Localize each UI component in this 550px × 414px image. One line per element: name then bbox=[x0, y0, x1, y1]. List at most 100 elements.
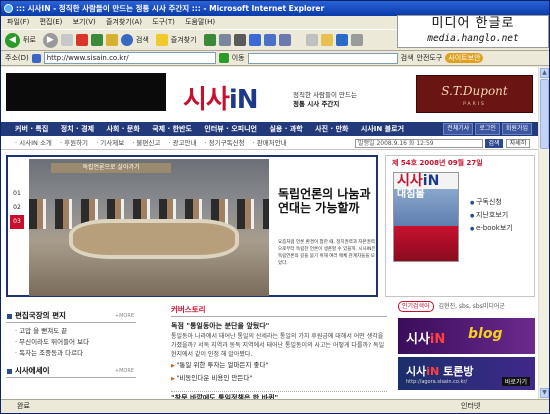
magazine-link-ebook[interactable]: e-book보기 bbox=[470, 222, 513, 235]
nav-login[interactable]: 로그인 bbox=[475, 123, 500, 135]
nav-politics[interactable]: 정치 · 경제 bbox=[61, 125, 94, 133]
address-input[interactable]: http://www.sisain.co.kr/ bbox=[43, 52, 216, 64]
site-logo[interactable]: 시사iN bbox=[183, 79, 259, 116]
top-left-ad-banner[interactable] bbox=[6, 73, 166, 111]
bluetooth-icon[interactable] bbox=[335, 34, 348, 46]
nav-all-articles[interactable]: 전체기사 bbox=[443, 123, 474, 135]
forum-url: http://agora.sisain.co.kr/ bbox=[406, 379, 468, 385]
nav-international[interactable]: 국제 · 한반도 bbox=[152, 125, 192, 133]
search-icon[interactable] bbox=[120, 34, 133, 46]
status-text: 완료 bbox=[17, 402, 30, 410]
editor-letter-more[interactable]: +MORE bbox=[115, 310, 134, 322]
refresh-icon[interactable] bbox=[90, 34, 103, 46]
list-item[interactable]: 독자는 조중동과 다르다 bbox=[15, 348, 136, 359]
mail-icon[interactable] bbox=[218, 34, 231, 46]
essay-more[interactable]: +MORE bbox=[115, 365, 134, 377]
dupont-ad-banner[interactable]: S.T.Dupont PARIS bbox=[416, 75, 533, 113]
cover-story-next[interactable]: "창문 바깥에도 통일정책은 한 바퀴" bbox=[171, 391, 387, 399]
media-icon[interactable] bbox=[203, 34, 216, 46]
right-column: 인기검색어 김현진, sbs, sbs미디어군 시사iN blog 시사iN 토… bbox=[398, 301, 535, 390]
subnav-support[interactable]: · 후원하기 bbox=[60, 139, 88, 147]
address-label: 주소(D) bbox=[5, 54, 29, 62]
list-item[interactable]: 무신이라도 뛰어들어 보다 bbox=[15, 337, 136, 348]
feature-photo-banner: 독립언론으로 살아가기 bbox=[51, 163, 171, 173]
subnav-tip[interactable]: · 기사제보 bbox=[96, 139, 124, 147]
editor-letter-list: 고맙 을 뻗쳐도 끝 무신이라도 뛰어들어 보다 독자는 조중동과 다르다 bbox=[6, 323, 136, 365]
nav-signup[interactable]: 회원가입 bbox=[501, 123, 532, 135]
print-icon[interactable] bbox=[233, 34, 246, 46]
forum-word: 토론방 bbox=[443, 365, 474, 378]
scroll-down-icon[interactable]: ▼ bbox=[540, 388, 549, 398]
messenger-icon[interactable] bbox=[263, 34, 276, 46]
go-button[interactable]: 이동 bbox=[232, 53, 245, 63]
cover-story-title[interactable]: 독점 "통일동아는 분단을 앞뒀다" bbox=[171, 320, 387, 332]
magazine-link-subscribe[interactable]: 구독신청 bbox=[470, 196, 513, 209]
advanced-search-button[interactable]: 자세히 bbox=[506, 139, 530, 148]
nav-photo[interactable]: 사진 · 만화 bbox=[315, 125, 348, 133]
subnav-about[interactable]: · 시사IN 소개 bbox=[15, 139, 52, 147]
blog-banner[interactable]: 시사iN blog bbox=[398, 318, 535, 354]
back-button-label[interactable]: 뒤로 bbox=[23, 35, 36, 45]
dropdown-icon[interactable] bbox=[60, 34, 73, 46]
feature-page-3[interactable]: 03 bbox=[10, 215, 24, 229]
subnav-stores[interactable]: · 판매처안내 bbox=[253, 139, 287, 147]
feature-photo[interactable]: 독립언론으로 살아가기 bbox=[29, 159, 269, 296]
home-icon[interactable] bbox=[105, 34, 118, 46]
menu-view[interactable]: 보기(V) bbox=[73, 18, 96, 26]
popular-keywords-list[interactable]: 김현진, sbs, sbs미디어군 bbox=[439, 303, 505, 310]
menu-favorites[interactable]: 즐겨찾기(A) bbox=[106, 18, 142, 26]
scroll-up-icon[interactable]: ▲ bbox=[540, 68, 549, 78]
forward-arrow-icon[interactable]: ▶ bbox=[42, 32, 58, 48]
vertical-scrollbar[interactable]: ▲ ▼ bbox=[538, 67, 549, 399]
subnav-ads[interactable]: · 광고안내 bbox=[168, 139, 196, 147]
menu-help[interactable]: 도움말(H) bbox=[185, 18, 215, 26]
page-icon[interactable] bbox=[305, 34, 318, 46]
forum-brand: 시사 bbox=[406, 365, 427, 378]
magazine-cover[interactable]: 시사iN 대침몰 bbox=[393, 172, 459, 262]
feature-page-2[interactable]: 02 bbox=[10, 201, 24, 215]
nav-cover[interactable]: 커버 · 특집 bbox=[15, 125, 48, 133]
ad-brand: S.T.Dupont bbox=[441, 84, 508, 98]
cover-story-link-1[interactable]: "통일 위한 투자는 얼마든지 좋다" bbox=[171, 359, 387, 372]
go-arrow-icon[interactable] bbox=[218, 53, 229, 63]
feature-headline[interactable]: 독립언론의 나눔과 연대는 가능할까 bbox=[278, 187, 378, 215]
back-arrow-icon[interactable]: ◀ bbox=[5, 32, 20, 48]
menu-edit[interactable]: 편집(E) bbox=[40, 18, 63, 26]
site-search-input[interactable]: 발행일 2008.9.16 화 12:59 bbox=[355, 139, 483, 148]
stop-icon[interactable] bbox=[75, 34, 88, 46]
menu-tools[interactable]: 도구(T) bbox=[152, 18, 175, 26]
forum-banner[interactable]: 시사iN 토론방 http://agora.sisain.co.kr/ 바로가기 bbox=[398, 357, 535, 390]
cover-story-link-2[interactable]: "비동인다운 비용인 만든다" bbox=[171, 372, 387, 385]
page-favicon-icon bbox=[31, 53, 41, 63]
magazine-issue-title: 제 54호 2008년 09월 27일 bbox=[392, 159, 483, 167]
folder-icon[interactable] bbox=[320, 34, 333, 46]
toolbar-search-button[interactable]: 검색 bbox=[401, 53, 414, 63]
nav-society[interactable]: 사회 · 문화 bbox=[106, 125, 139, 133]
toolbar-extra-icon[interactable] bbox=[278, 34, 291, 46]
list-item[interactable]: 고맙 을 뻗쳐도 끝 bbox=[15, 326, 136, 337]
nav-blogger[interactable]: 시사IN 블로거 bbox=[361, 125, 404, 133]
safety-tools-button[interactable]: 안전도구 bbox=[417, 53, 443, 63]
nav-account-links: 전체기사 로그인 회원가입 bbox=[443, 123, 532, 135]
nav-practical[interactable]: 실용 · 과학 bbox=[269, 125, 302, 133]
nav-interview[interactable]: 인터뷰 · 오피니언 bbox=[204, 125, 257, 133]
menu-file[interactable]: 파일(F) bbox=[7, 18, 29, 26]
magazine-link-archive[interactable]: 지난호보기 bbox=[470, 209, 513, 222]
copy-icon[interactable] bbox=[350, 34, 363, 46]
site-search-button[interactable]: 검색 bbox=[485, 139, 503, 148]
favorites-button-label[interactable]: 즐겨찾기 bbox=[171, 35, 197, 45]
subnav-subscribe[interactable]: · 정기구독신청 bbox=[205, 139, 245, 147]
forum-go-button[interactable]: 바로가기 bbox=[501, 377, 530, 386]
toolbar-search-input[interactable] bbox=[247, 52, 398, 64]
feature-description: 요즘처럼 언론 환경이 험한 때, 정치권력과 자본권력으로부터 독립한 언론이… bbox=[278, 240, 376, 266]
search-button-label[interactable]: 검색 bbox=[136, 35, 149, 45]
left-column: 편집국장의 편지 +MORE 고맙 을 뻗쳐도 끝 무신이라도 뛰어들어 보다 … bbox=[6, 310, 136, 378]
forum-brand-in: iN bbox=[426, 365, 440, 378]
edit-icon[interactable] bbox=[248, 34, 261, 46]
cover-story-header: 커버스토리 bbox=[171, 304, 387, 317]
site-security-button[interactable]: 사이트보안 bbox=[445, 53, 484, 63]
scrollbar-thumb[interactable] bbox=[540, 79, 549, 149]
feature-page-1[interactable]: 01 bbox=[10, 187, 24, 201]
favorites-star-icon[interactable] bbox=[155, 34, 168, 46]
subnav-report[interactable]: · 불편신고 bbox=[132, 139, 160, 147]
